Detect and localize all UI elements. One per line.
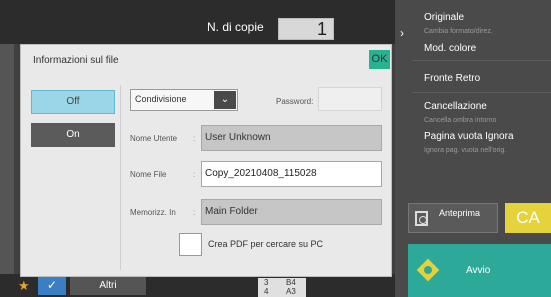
start-button[interactable]: Avvio	[408, 244, 551, 297]
searchable-pdf-checkbox[interactable]	[179, 233, 202, 256]
password-field[interactable]	[318, 87, 382, 111]
toggle-on-button[interactable]: On	[31, 123, 115, 147]
copies-label: N. di copie	[207, 20, 264, 34]
share-select-value: Condivisione	[135, 94, 187, 104]
tray-size: B4	[286, 278, 296, 287]
tray-number: 3	[264, 278, 269, 287]
divider	[412, 92, 551, 93]
right-item-original[interactable]: Originale	[424, 12, 464, 23]
right-item-original-sub: Cambia formato/direz.	[424, 28, 493, 35]
right-item-blank-skip-sub: Ignora pag. vuota nell'orig.	[424, 147, 507, 154]
dialog-title: Informazioni sul file	[33, 55, 119, 66]
user-name-field[interactable]: User Unknown	[201, 125, 382, 151]
right-item-color-mode[interactable]: Mod. colore	[424, 43, 476, 54]
user-name-label: Nome Utente	[130, 134, 178, 143]
tray-row: 3 B4	[258, 278, 306, 287]
searchable-pdf-label: Crea PDF per cercare su PC	[208, 239, 324, 249]
file-info-dialog: Informazioni sul file OK Off On Condivis…	[20, 44, 392, 277]
tray-size: A3	[286, 287, 296, 296]
password-label: Password:	[276, 97, 314, 106]
toggle-off-button[interactable]: Off	[31, 90, 115, 114]
start-label: Avvio	[466, 265, 491, 276]
separator: :	[193, 134, 196, 143]
chevron-right-icon[interactable]: ›	[400, 26, 404, 40]
file-name-label: Nome File	[130, 170, 167, 179]
preview-label: Anteprima	[439, 208, 481, 218]
right-item-erase-sub: Cancella ombra intorno	[424, 117, 497, 124]
divider	[120, 85, 121, 270]
other-button[interactable]: Altri	[70, 276, 146, 295]
right-item-duplex[interactable]: Fronte Retro	[424, 73, 480, 84]
separator: :	[193, 170, 196, 179]
store-in-label: Memorizz. In	[130, 208, 176, 217]
preview-button[interactable]: Anteprima	[408, 203, 498, 233]
tray-number: 4	[264, 287, 269, 296]
clear-all-button[interactable]: CA	[505, 203, 551, 233]
copies-input[interactable]: 1	[278, 18, 334, 40]
start-icon	[416, 258, 440, 282]
ok-button[interactable]: OK	[369, 50, 390, 69]
preview-icon	[415, 211, 428, 226]
tray-status: 3 B4 4 A3	[258, 278, 306, 297]
chevron-down-icon[interactable]: ⌄	[214, 91, 236, 109]
right-item-blank-skip[interactable]: Pagina vuota Ignora	[424, 131, 514, 142]
separator: :	[193, 208, 196, 217]
share-select[interactable]: Condivisione ⌄	[130, 89, 238, 111]
star-icon[interactable]: ★	[18, 278, 30, 294]
divider	[412, 60, 551, 61]
right-item-erase[interactable]: Cancellazione	[424, 101, 487, 112]
file-name-field[interactable]: Copy_20210408_115028	[201, 161, 382, 187]
check-icon[interactable]: ✓	[38, 276, 66, 295]
top-bar	[0, 0, 395, 44]
tray-row: 4 A3	[258, 287, 306, 296]
left-tabs	[0, 44, 14, 274]
store-in-field[interactable]: Main Folder	[201, 199, 382, 225]
